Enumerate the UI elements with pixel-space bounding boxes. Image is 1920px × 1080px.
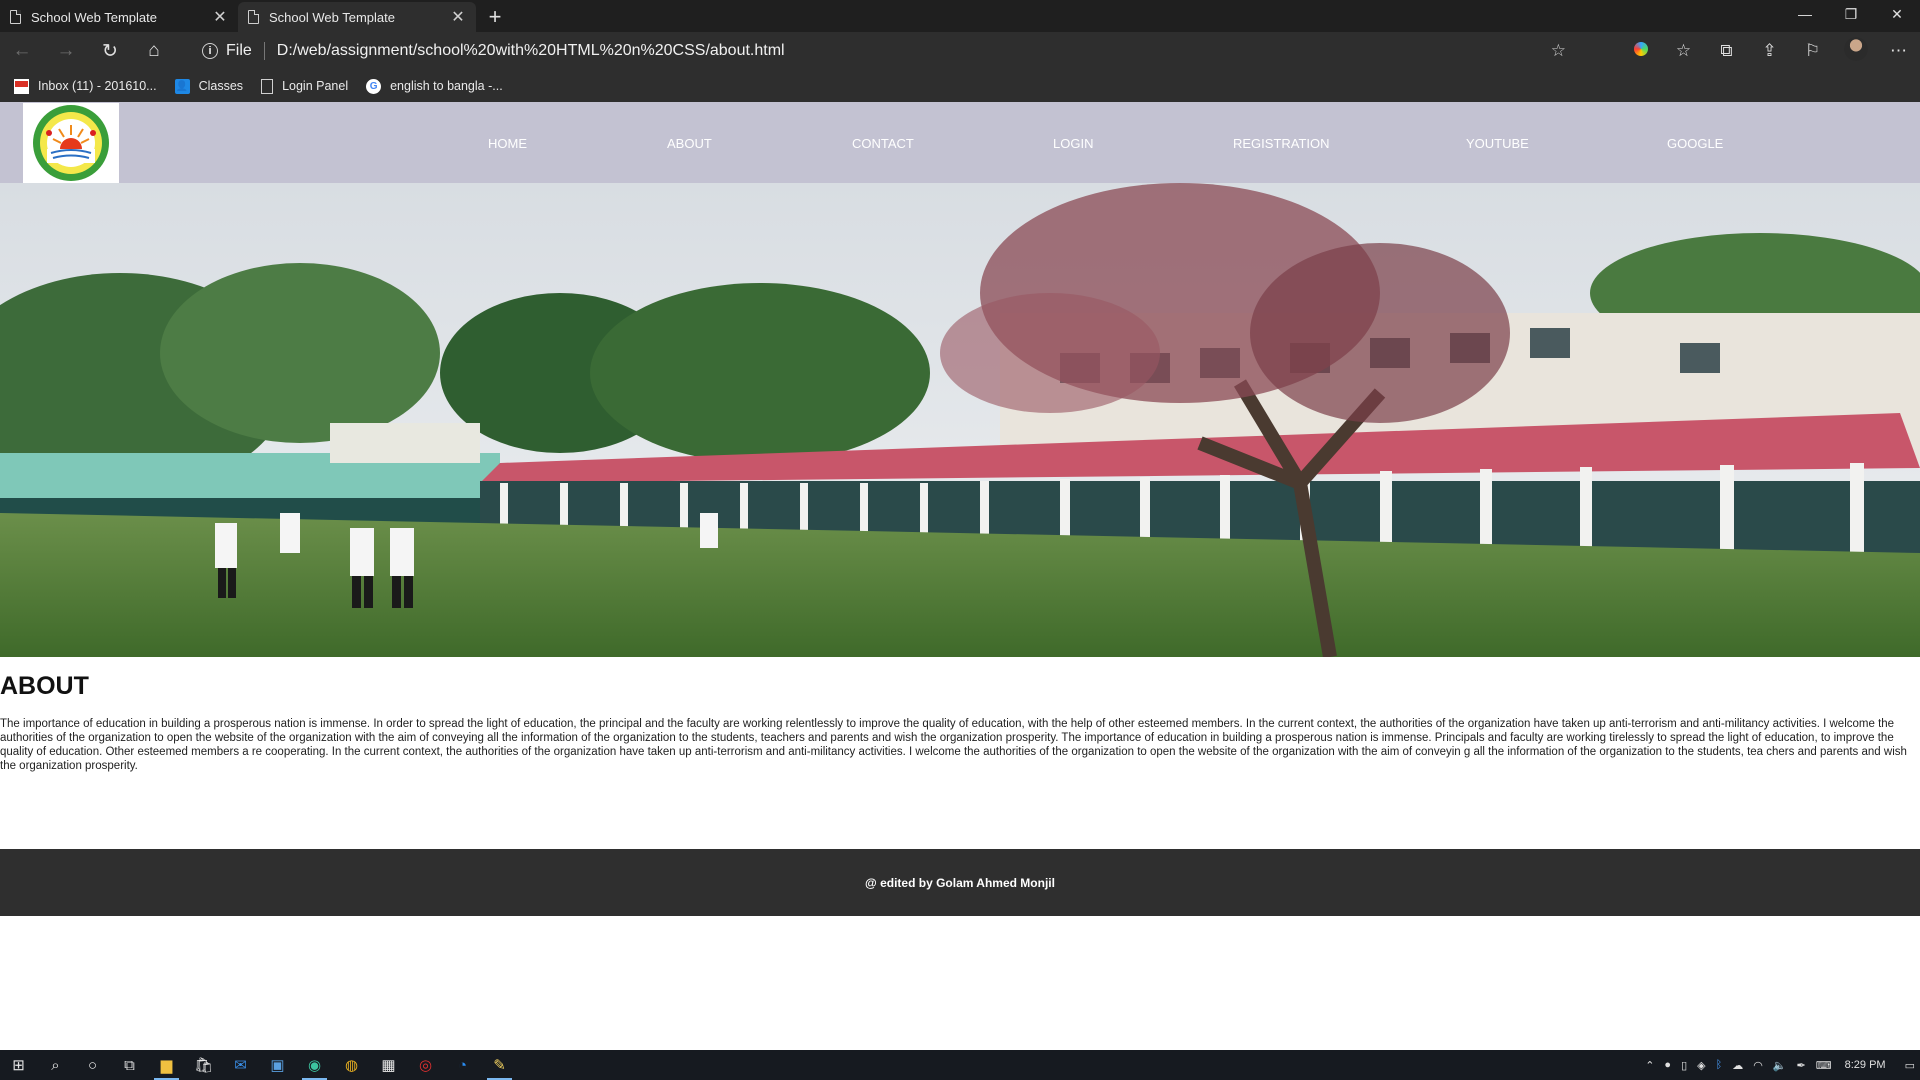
- refresh-icon[interactable]: ↻: [88, 32, 132, 70]
- mail-icon[interactable]: ✉: [222, 1050, 259, 1080]
- cloud-icon[interactable]: ☁: [1732, 1059, 1743, 1072]
- volume-icon[interactable]: 🔈: [1773, 1059, 1787, 1072]
- site-header: HOME ABOUT CONTACT LOGIN REGISTRATION YO…: [0, 102, 1920, 183]
- notification-icon[interactable]: ▭: [1905, 1059, 1915, 1072]
- classes-icon: 👤: [174, 78, 190, 94]
- window-controls: — ❐ ✕: [1782, 0, 1920, 32]
- messenger-icon[interactable]: ◔: [444, 1050, 481, 1080]
- plus-icon[interactable]: +: [480, 2, 510, 32]
- notepad-icon[interactable]: ✎: [481, 1050, 518, 1080]
- nav-contact[interactable]: CONTACT: [852, 136, 914, 151]
- file-explorer-icon[interactable]: ▆: [148, 1050, 185, 1080]
- campus-photo: [0, 183, 1920, 657]
- tray-app-icon[interactable]: ●: [1664, 1059, 1671, 1071]
- page-icon: [261, 78, 274, 94]
- bookmark-classes[interactable]: 👤 Classes: [174, 78, 244, 94]
- calculator-icon[interactable]: ▦: [370, 1050, 407, 1080]
- bluetooth-icon[interactable]: ᛒ: [1716, 1059, 1723, 1071]
- bookmarks-bar: Inbox (11) - 201610... 👤 Classes Login P…: [0, 70, 1920, 102]
- address-toolbar: ← → ↻ ⌂ i File D:/web/assignment/school%…: [0, 32, 1920, 70]
- url-text[interactable]: D:/web/assignment/school%20with%20HTML%2…: [277, 42, 785, 60]
- pen-icon[interactable]: ✒: [1797, 1059, 1806, 1072]
- nav-registration[interactable]: REGISTRATION: [1233, 136, 1330, 151]
- profile-avatar[interactable]: [1834, 36, 1877, 66]
- close-window-icon[interactable]: ✕: [1874, 0, 1920, 28]
- wifi-icon[interactable]: ◠: [1753, 1059, 1763, 1072]
- favorites-icon[interactable]: ☆: [1662, 41, 1705, 61]
- page-icon: [10, 10, 21, 24]
- network-tray-icon[interactable]: ◈: [1697, 1059, 1705, 1072]
- gmail-icon: [14, 78, 29, 94]
- more-icon[interactable]: ⋯: [1877, 41, 1920, 61]
- nav-google[interactable]: GOOGLE: [1667, 136, 1723, 151]
- about-heading: ABOUT: [0, 672, 89, 700]
- tab-title: School Web Template: [31, 9, 157, 25]
- task-view-icon[interactable]: ⧉: [111, 1050, 148, 1080]
- url-scheme: File: [226, 42, 252, 59]
- bookmark-inbox[interactable]: Inbox (11) - 201610...: [14, 78, 157, 94]
- media-player-icon[interactable]: ◎: [407, 1050, 444, 1080]
- browser-tab-strip: School Web Template ✕ School Web Templat…: [0, 0, 1920, 32]
- school-seal-icon: [33, 105, 109, 181]
- windows-taskbar: ⊞ ⌕ ○ ⧉ ▆ 🛍 ✉ ▣ ◉ ◍ ▦ ◎ ◔ ✎ ⌃ ● ▯ ◈ ᛒ ☁ …: [0, 1050, 1920, 1080]
- edge-browser-icon[interactable]: ◉: [296, 1050, 333, 1080]
- bookmark-label: Inbox (11) - 201610...: [38, 79, 157, 93]
- school-logo[interactable]: [23, 103, 119, 183]
- collections-icon[interactable]: ⧉: [1705, 41, 1748, 61]
- close-icon[interactable]: ✕: [212, 7, 228, 27]
- divider: [263, 42, 265, 60]
- bookmark-translate[interactable]: G english to bangla -...: [366, 78, 503, 94]
- taskbar-clock[interactable]: 8:29 PM: [1845, 1059, 1886, 1071]
- info-icon[interactable]: i: [202, 43, 218, 59]
- nav-home[interactable]: HOME: [488, 136, 527, 151]
- footer-credit: @ edited by Golam Ahmed Monjil: [865, 875, 1055, 890]
- address-bar[interactable]: i File D:/web/assignment/school%20with%2…: [190, 36, 1580, 66]
- chevron-up-icon[interactable]: ⌃: [1645, 1059, 1654, 1072]
- bookmark-label: Login Panel: [282, 79, 349, 93]
- nav-about[interactable]: ABOUT: [667, 136, 712, 151]
- bookmark-label: english to bangla -...: [390, 79, 503, 93]
- google-icon: G: [366, 78, 382, 94]
- nav-youtube[interactable]: YOUTUBE: [1466, 136, 1529, 151]
- hero-campus-image: [0, 183, 1920, 657]
- bookmark-login-panel[interactable]: Login Panel: [261, 78, 349, 94]
- search-icon[interactable]: ⌕: [37, 1050, 74, 1080]
- store-icon[interactable]: 🛍: [185, 1050, 222, 1080]
- toolbar-actions: ☆ ⧉ ⇪ ⚐ ⋯: [1619, 32, 1920, 70]
- chrome-icon[interactable]: ◍: [333, 1050, 370, 1080]
- bookmark-label: Classes: [198, 79, 244, 93]
- minimize-icon[interactable]: —: [1782, 0, 1828, 28]
- nav-login[interactable]: LOGIN: [1053, 136, 1093, 151]
- keyboard-icon[interactable]: ⌨: [1816, 1059, 1832, 1072]
- forward-icon[interactable]: →: [44, 32, 88, 70]
- control-panel-icon[interactable]: ▣: [259, 1050, 296, 1080]
- share-icon[interactable]: ⇪: [1748, 41, 1791, 61]
- usb-icon[interactable]: ▯: [1681, 1059, 1687, 1072]
- site-footer: @ edited by Golam Ahmed Monjil: [0, 849, 1920, 916]
- tab-title: School Web Template: [269, 9, 395, 25]
- home-icon[interactable]: ⌂: [132, 32, 176, 70]
- close-icon[interactable]: ✕: [450, 7, 466, 27]
- restore-icon[interactable]: ❐: [1828, 0, 1874, 28]
- about-paragraph: The importance of education in building …: [0, 718, 1907, 772]
- star-icon[interactable]: ☆: [1551, 41, 1566, 61]
- browser-tab-2[interactable]: School Web Template ✕: [238, 2, 476, 32]
- feedback-icon[interactable]: ⚐: [1791, 41, 1834, 61]
- system-tray: ⌃ ● ▯ ◈ ᛒ ☁ ◠ 🔈 ✒ ⌨ 8:29 PM ▭: [1640, 1050, 1920, 1080]
- windows-start-icon[interactable]: ⊞: [0, 1050, 37, 1080]
- browser-tab-1[interactable]: School Web Template ✕: [0, 2, 238, 32]
- extension-icon[interactable]: [1619, 41, 1662, 61]
- back-icon[interactable]: ←: [0, 32, 44, 70]
- cortana-icon[interactable]: ○: [74, 1050, 111, 1080]
- page-icon: [248, 10, 259, 24]
